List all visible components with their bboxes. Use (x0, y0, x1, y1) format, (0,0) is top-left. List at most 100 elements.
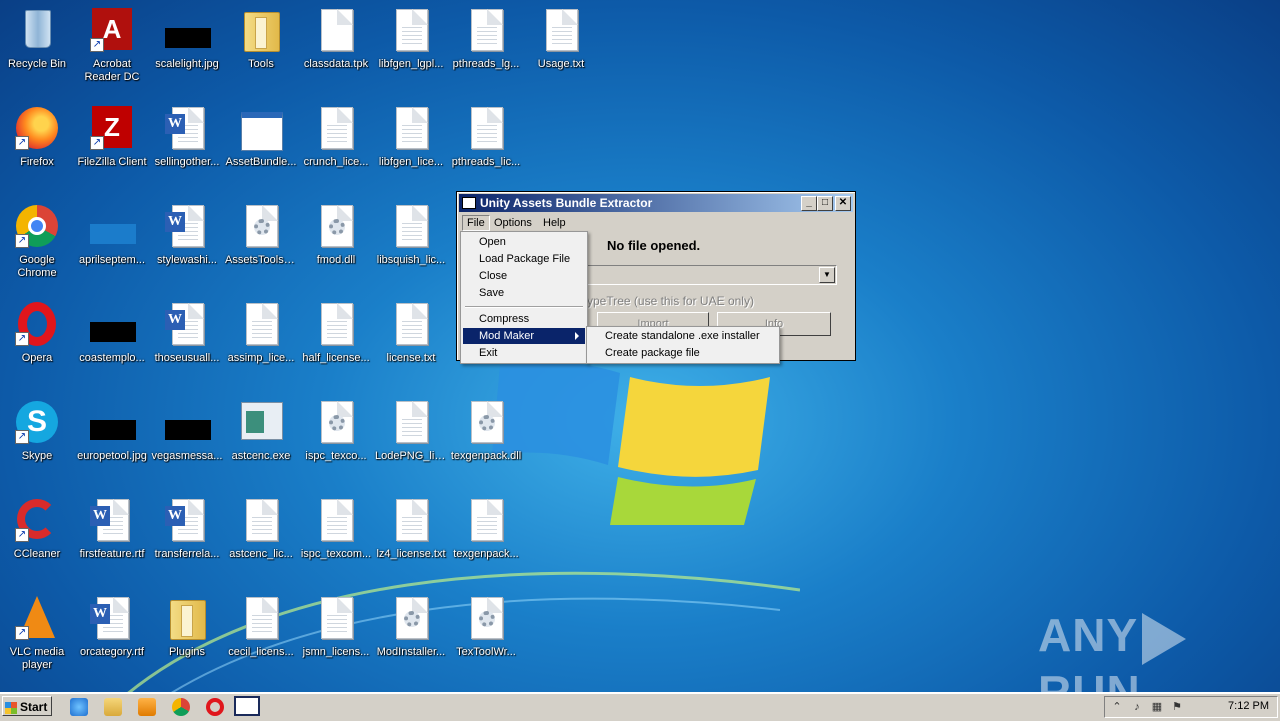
desktop-icon-aprilseptem[interactable]: aprilseptem... (75, 202, 149, 267)
desktop-icon-usage-txt[interactable]: Usage.txt (524, 6, 598, 71)
desktop-icon-assimp-lice[interactable]: assimp_lice... (224, 300, 298, 365)
typetree-checkbox-label[interactable]: ypeTree (use this for UAE only) (587, 294, 754, 308)
desktop-icon-texgenpack[interactable]: texgenpack... (449, 496, 523, 561)
desktop-icon-astcenc-exe[interactable]: astcenc.exe (224, 398, 298, 463)
menu-item-open[interactable]: Open (463, 234, 585, 250)
desktop-icon-assetstools-dll[interactable]: AssetsTools.dll (224, 202, 298, 267)
desktop-icon-lodepng-lic[interactable]: LodePNG_lic... (374, 398, 448, 463)
desktop-icon-plugins[interactable]: Plugins (150, 594, 224, 659)
document-icon (396, 303, 428, 345)
system-tray: ⌃ ♪ ▦ ⚑ 7:12 PM (1104, 696, 1278, 718)
close-button[interactable]: ✕ (835, 196, 851, 211)
desktop-icon-pthreads-lic[interactable]: pthreads_lic... (449, 104, 523, 169)
opera-taskbar-icon[interactable] (206, 698, 224, 716)
word-icon: W (165, 506, 185, 526)
menu-item-create-package-file[interactable]: Create package file (589, 345, 777, 361)
folder-icon (170, 600, 206, 640)
chevron-down-icon[interactable]: ▼ (819, 267, 835, 283)
document-icon (396, 9, 428, 51)
desktop-icon-orcategory[interactable]: W orcategory.rtf (75, 594, 149, 659)
desktop-icon-assetbundle[interactable]: AssetBundle... (224, 104, 298, 169)
minimize-button[interactable]: _ (801, 196, 817, 211)
desktop-icon-libsquish-lic[interactable]: libsquish_lic... (374, 202, 448, 267)
desktop-icon-acrobat[interactable]: A ↗ Acrobat Reader DC (75, 6, 149, 84)
desktop-icon-vlc[interactable]: ↗ VLC media player (0, 594, 74, 672)
start-button[interactable]: Start (2, 696, 52, 716)
document-icon (321, 499, 353, 541)
desktop-icon-europetool[interactable]: europetool.jpg (75, 398, 149, 463)
desktop-icon-tools[interactable]: Tools (224, 6, 298, 71)
desktop-icon-pthreads-lg[interactable]: pthreads_lg... (449, 6, 523, 71)
document-icon (321, 107, 353, 149)
network-icon[interactable]: ▦ (1151, 701, 1163, 713)
desktop-icon-cecil-licens[interactable]: cecil_licens... (224, 594, 298, 659)
desktop-icon-libfgen-lgpl[interactable]: libfgen_lgpl... (374, 6, 448, 71)
desktop-icon-recycle-bin[interactable]: Recycle Bin (0, 6, 74, 71)
menu-item-close[interactable]: Close (463, 268, 585, 284)
document-icon (396, 401, 428, 443)
shortcut-arrow-icon: ↗ (90, 38, 104, 52)
desktop-icon-thoseusuall[interactable]: W thoseusuall... (150, 300, 224, 365)
executable-icon (241, 402, 283, 440)
desktop-icon-jsmn-licens[interactable]: jsmn_licens... (299, 594, 373, 659)
desktop-icon-coastemplo[interactable]: coastemplo... (75, 300, 149, 365)
document-icon (471, 499, 503, 541)
desktop-icon-chrome[interactable]: ↗ Google Chrome (0, 202, 74, 280)
file-selector-combo[interactable]: ▼ (585, 265, 837, 285)
menu-item-load-package-file[interactable]: Load Package File (463, 251, 585, 267)
desktop-icon-half-license[interactable]: half_license... (299, 300, 373, 365)
chrome-taskbar-icon[interactable] (172, 698, 190, 716)
desktop-icon-stylewashi[interactable]: W stylewashi... (150, 202, 224, 267)
document-icon (321, 303, 353, 345)
internet-explorer-icon[interactable] (70, 698, 88, 716)
desktop-icon-transferrela[interactable]: W transferrela... (150, 496, 224, 561)
desktop-icon-skype[interactable]: S ↗ Skype (0, 398, 74, 463)
desktop-icon-astcenc-lic[interactable]: astcenc_lic... (224, 496, 298, 561)
desktop-icon-fmod-dll[interactable]: fmod.dll (299, 202, 373, 267)
document-icon (246, 303, 278, 345)
desktop-icon-firefox[interactable]: ↗ Firefox (0, 104, 74, 169)
uabe-taskbar-button[interactable] (234, 696, 260, 716)
desktop-icon-libfgen-lice[interactable]: libfgen_lice... (374, 104, 448, 169)
document-icon (246, 499, 278, 541)
desktop-icon-scalelight[interactable]: scalelight.jpg (150, 6, 224, 71)
tray-expand-icon[interactable]: ⌃ (1111, 701, 1123, 713)
window-titlebar[interactable]: Unity Assets Bundle Extractor _ □ ✕ (459, 194, 853, 212)
menu-item-save[interactable]: Save (463, 285, 585, 301)
desktop-icon-filezilla[interactable]: Z ↗ FileZilla Client (75, 104, 149, 169)
desktop-icon-ispc-texcom[interactable]: ispc_texcom... (299, 496, 373, 561)
desktop-icon-opera[interactable]: ↗ Opera (0, 300, 74, 365)
desktop-icon-modinstaller[interactable]: ModInstaller... (374, 594, 448, 659)
desktop-icon-ispc-texco[interactable]: ispc_texco... (299, 398, 373, 463)
desktop-icon-texgenpack-dll[interactable]: texgenpack.dll (449, 398, 523, 463)
desktop-icon-ccleaner[interactable]: ↗ CCleaner (0, 496, 74, 561)
menu-item-mod-maker[interactable]: Mod Maker (463, 328, 585, 344)
menu-help[interactable]: Help (538, 215, 571, 231)
menu-item-create-standalone-installer[interactable]: Create standalone .exe installer (589, 328, 777, 344)
menu-item-compress[interactable]: Compress (463, 311, 585, 327)
action-center-flag-icon[interactable]: ⚑ (1171, 701, 1183, 713)
folder-icon (244, 12, 280, 52)
media-player-icon[interactable] (138, 698, 156, 716)
desktop-icon-crunch-lice[interactable]: crunch_lice... (299, 104, 373, 169)
volume-icon[interactable]: ♪ (1131, 701, 1143, 713)
desktop-icon-lz4-license[interactable]: lz4_license.txt (374, 496, 448, 561)
shortcut-arrow-icon: ↗ (15, 528, 29, 542)
image-thumbnail-icon (165, 28, 211, 48)
menu-item-mod-maker-label: Mod Maker (479, 330, 535, 342)
desktop-icon-vegasmessa[interactable]: vegasmessa... (150, 398, 224, 463)
menu-item-exit[interactable]: Exit (463, 345, 585, 361)
shortcut-arrow-icon: ↗ (90, 136, 104, 150)
desktop-icon-textoolwr[interactable]: TexToolWr... (449, 594, 523, 659)
desktop-icon-license-txt[interactable]: license.txt (374, 300, 448, 365)
menu-options[interactable]: Options (489, 215, 537, 231)
desktop-icon-classdata[interactable]: classdata.tpk (299, 6, 373, 71)
desktop-icon-firstfeature[interactable]: W firstfeature.rtf (75, 496, 149, 561)
explorer-folder-icon[interactable] (104, 698, 122, 716)
play-logo-icon (1142, 612, 1187, 665)
menu-file[interactable]: File (462, 215, 490, 231)
maximize-button[interactable]: □ (817, 196, 833, 211)
word-icon: W (90, 506, 110, 526)
clock[interactable]: 7:12 PM (1228, 700, 1269, 712)
desktop-icon-sellingother[interactable]: W sellingother... (150, 104, 224, 169)
